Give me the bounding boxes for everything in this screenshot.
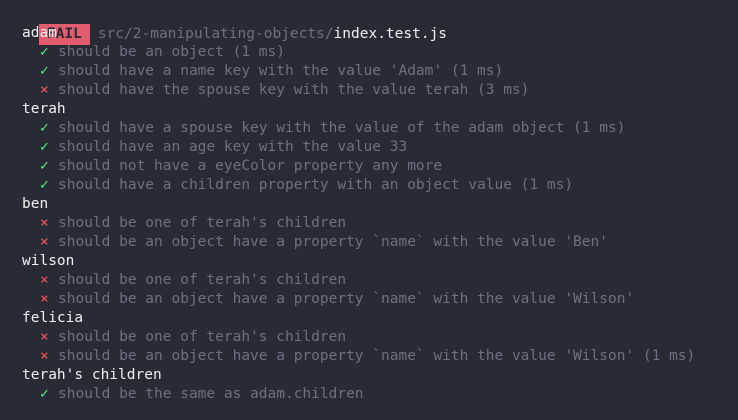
- fail-cross-icon: ×: [40, 234, 49, 250]
- pass-check-icon: ✓: [40, 139, 49, 155]
- test-description: should be one of terah's children: [58, 215, 347, 231]
- suite-title: terah's children: [22, 367, 162, 383]
- pass-check-icon: ✓: [40, 158, 49, 174]
- test-result-row: × should be one of terah's children: [0, 328, 738, 347]
- test-result-row: ✓ should have an age key with the value 3…: [0, 138, 738, 157]
- fail-cross-icon: ×: [40, 329, 49, 345]
- test-description: should have the spouse key with the valu…: [58, 82, 530, 98]
- test-result-row: × should be an object have a property `na…: [0, 347, 738, 366]
- test-description: should be the same as adam.children: [58, 386, 364, 402]
- suite-title: felicia: [22, 310, 84, 326]
- test-result-row: ✓ should have a spouse key with the value…: [0, 119, 738, 138]
- test-description: should have a name key with the value 'A…: [58, 63, 504, 79]
- pass-check-icon: ✓: [40, 386, 49, 402]
- fail-cross-icon: ×: [40, 291, 49, 307]
- test-result-row: ✓ should have a name key with the value '…: [0, 62, 738, 81]
- test-result-row: × should be one of terah's children: [0, 271, 738, 290]
- test-result-row: × should be one of terah's children: [0, 214, 738, 233]
- test-file-name: index.test.js: [333, 26, 448, 42]
- test-result-row: × should have the spouse key with the val…: [0, 81, 738, 100]
- test-result-row: ✓ should be an object (1 ms): [0, 43, 738, 62]
- suite-title: terah: [22, 101, 66, 117]
- fail-cross-icon: ×: [40, 82, 49, 98]
- test-description: should be one of terah's children: [58, 329, 347, 345]
- test-file-directory: src/2-manipulating-objects/: [97, 26, 334, 42]
- test-description: should be an object have a property `nam…: [58, 234, 608, 250]
- fail-cross-icon: ×: [40, 272, 49, 288]
- pass-check-icon: ✓: [40, 63, 49, 79]
- test-description: should have an age key with the value 33: [58, 139, 408, 155]
- test-description: should be an object have a property `nam…: [58, 291, 635, 307]
- test-file-header: FAIL src/2-manipulating-objects/index.tes…: [0, 3, 738, 45]
- test-result-row: ✓ should have a children property with an…: [0, 176, 738, 195]
- test-description: should have a children property with an …: [58, 177, 574, 193]
- test-description: should not have a eyeColor property any …: [58, 158, 443, 174]
- test-suites-list: adam ✓ should be an object (1 ms) ✓ should h…: [0, 24, 738, 404]
- fail-cross-icon: ×: [40, 348, 49, 364]
- test-description: should have a spouse key with the value …: [58, 120, 626, 136]
- test-result-row: × should be an object have a property `na…: [0, 233, 738, 252]
- test-description: should be an object (1 ms): [58, 44, 285, 60]
- test-result-row: ✓ should not have a eyeColor property any…: [0, 157, 738, 176]
- test-result-row: ✓ should be the same as adam.children: [0, 385, 738, 404]
- suite-title: wilson: [22, 253, 75, 269]
- pass-check-icon: ✓: [40, 44, 49, 60]
- pass-check-icon: ✓: [40, 177, 49, 193]
- test-description: should be an object have a property `nam…: [58, 348, 696, 364]
- pass-check-icon: ✓: [40, 120, 49, 136]
- terminal-output: FAIL src/2-manipulating-objects/index.tes…: [0, 0, 738, 420]
- fail-cross-icon: ×: [40, 215, 49, 231]
- test-result-row: × should be an object have a property `na…: [0, 290, 738, 309]
- test-description: should be one of terah's children: [58, 272, 347, 288]
- suite-title: ben: [22, 196, 49, 212]
